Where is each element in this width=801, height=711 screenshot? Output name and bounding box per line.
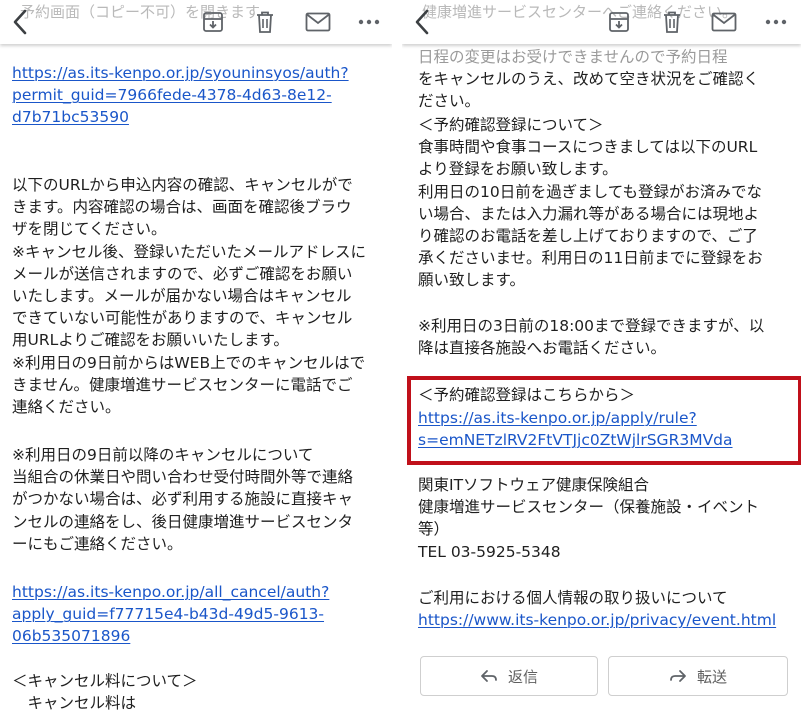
reply-label: 返信 <box>507 667 538 686</box>
all-cancel-link[interactable]: https://as.its-kenpo.or.jp/all_cancel/au… <box>12 581 329 648</box>
reply-button[interactable]: 返信 <box>420 656 598 696</box>
privacy-title: ご利用における個人情報の取り扱いについて <box>418 589 728 607</box>
reply-icon <box>481 670 497 682</box>
left-email-pane: 予約画面（コピー不可）を開きます https://as.its-kenpo.or… <box>0 0 392 711</box>
reservation-registration-text: ＜予約確認登録について＞ 食事時間や食事コースにつきましては以下のURL より登録を… <box>418 116 763 290</box>
registration-link[interactable]: https://as.its-kenpo.or.jp/apply/rule? s=… <box>418 407 733 451</box>
right-ghost-header-text: 健康増進サービスセンターへご連絡ください。 <box>422 3 738 21</box>
trash-icon[interactable] <box>249 6 281 38</box>
pane-divider <box>392 0 402 711</box>
more-icon[interactable] <box>353 6 385 38</box>
deadline-note-text: ※利用日の3日前の18:00まで登録できますが、以 降は直接各施設へお電話ください… <box>418 317 765 358</box>
privacy-link[interactable]: https://www.its-kenpo.or.jp/privacy/even… <box>418 609 776 631</box>
mail-icon[interactable] <box>302 6 334 38</box>
more-icon[interactable] <box>760 6 792 38</box>
back-chevron-icon[interactable] <box>406 6 438 38</box>
right-email-pane: 健康増進サービスセンターへご連絡ください。 日程の変更はお受けできませんので予約… <box>402 0 801 711</box>
cancel-fee-text: ＜キャンセル料について＞ キャンセル料は <box>12 672 198 711</box>
forward-label: 転送 <box>696 667 727 686</box>
right-toolbar: 健康増進サービスセンターへご連絡ください。 <box>402 0 801 44</box>
trash-icon[interactable] <box>656 6 688 38</box>
organization-contact-text: 関東ITソフトウェア健康保険組合 健康増進サービスセンター（保養施設・イベント 等）… <box>418 476 760 561</box>
back-chevron-icon[interactable] <box>4 6 36 38</box>
forward-icon <box>670 670 686 682</box>
scrolled-partial-text: 日程の変更はお受けできませんので予約日程 をキャンセルのうえ、改めて空き状況をご… <box>418 48 760 111</box>
mail-icon[interactable] <box>708 6 740 38</box>
confirm-link[interactable]: https://as.its-kenpo.or.jp/syouninsyos/a… <box>12 62 349 129</box>
late-cancel-text: ※利用日の9日前以降のキャンセルについて 当組合の休業日や問い合わせ受付時間外等で… <box>12 446 354 553</box>
cancel-instructions-text: 以下のURLから申込内容の確認、キャンセルがで きます。内容確認の場合は、画面を確… <box>12 176 366 417</box>
left-toolbar: 予約画面（コピー不可）を開きます <box>0 0 392 44</box>
forward-button[interactable]: 転送 <box>608 656 788 696</box>
registration-box-title: ＜予約確認登録はこちらから＞ <box>418 386 636 404</box>
archive-icon[interactable] <box>197 6 229 38</box>
archive-icon[interactable] <box>603 6 635 38</box>
